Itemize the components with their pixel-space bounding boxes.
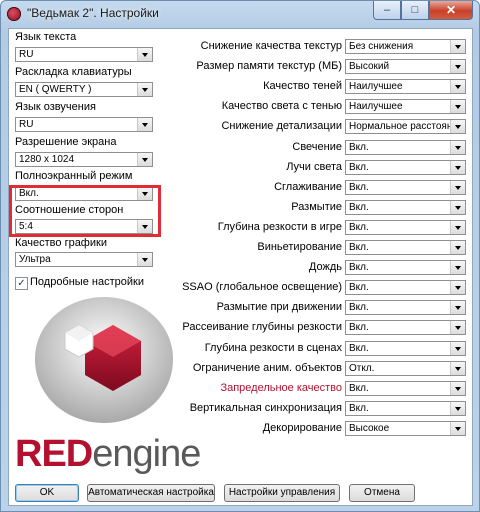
setting-select[interactable]: Нормальное расстояние <box>345 119 466 134</box>
setting-label: Декорирование <box>262 422 342 434</box>
settings-panel: Язык текста RU Раскладка клавиатуры EN (… <box>8 28 473 506</box>
setting-select[interactable]: Вкл. <box>345 220 466 235</box>
setting-label: Дождь <box>308 261 342 273</box>
app-icon <box>7 7 21 21</box>
auto-setup-button[interactable]: Автоматическая настройка <box>87 484 215 502</box>
setting-label: Качество теней <box>263 80 342 92</box>
setting-label: SSAO (глобальное освещение) <box>182 281 342 293</box>
setting-label: Рассеивание глубины резкости <box>182 321 342 333</box>
setting-label: Качество света с тенью <box>221 100 342 112</box>
setting-select[interactable]: Вкл. <box>345 280 466 295</box>
setting-label: Размытие <box>291 201 342 213</box>
setting-select[interactable]: Без снижения <box>345 39 466 54</box>
chevron-down-icon <box>450 342 465 355</box>
chevron-down-icon <box>450 100 465 113</box>
setting-select[interactable]: Вкл. <box>345 260 466 275</box>
setting-select[interactable]: Вкл. <box>345 160 466 175</box>
setting-select[interactable]: Наилучшее <box>345 99 466 114</box>
chevron-down-icon <box>450 241 465 254</box>
chevron-down-icon <box>450 201 465 214</box>
setting-label: Снижение качества текстур <box>200 40 342 52</box>
setting-label: Запредельное качество <box>220 382 342 394</box>
setting-label: Глубина резкости в сценах <box>204 342 342 354</box>
chevron-down-icon <box>450 402 465 415</box>
setting-label: Снижение детализации <box>221 120 342 132</box>
chevron-down-icon <box>450 301 465 314</box>
setting-select[interactable]: Вкл. <box>345 180 466 195</box>
maximize-button[interactable]: □ <box>401 1 429 20</box>
chevron-down-icon <box>450 382 465 395</box>
chevron-down-icon <box>450 60 465 73</box>
chevron-down-icon <box>450 221 465 234</box>
chevron-down-icon <box>450 141 465 154</box>
setting-select[interactable]: Наилучшее <box>345 79 466 94</box>
title-bar[interactable]: "Ведьмак 2". Настройки – □ ✕ <box>1 1 479 27</box>
chevron-down-icon <box>450 362 465 375</box>
setting-select[interactable]: Высокий <box>345 59 466 74</box>
setting-select[interactable]: Вкл. <box>345 200 466 215</box>
chevron-down-icon <box>450 120 465 133</box>
chevron-down-icon <box>450 181 465 194</box>
chevron-down-icon <box>450 40 465 53</box>
chevron-down-icon <box>450 422 465 435</box>
setting-label: Вертикальная синхронизация <box>189 402 342 414</box>
setting-label: Сглаживание <box>274 181 342 193</box>
chevron-down-icon <box>450 80 465 93</box>
setting-label: Ограничение аним. объектов <box>192 362 342 374</box>
setting-label: Размытие при движении <box>216 301 342 313</box>
setting-select[interactable]: Вкл. <box>345 341 466 356</box>
setting-select[interactable]: Вкл. <box>345 320 466 335</box>
setting-select[interactable]: Вкл. <box>345 140 466 155</box>
controls-settings-button[interactable]: Настройки управления <box>224 484 340 502</box>
ok-button[interactable]: OK <box>15 484 79 502</box>
setting-label: Глубина резкости в игре <box>217 221 342 233</box>
chevron-down-icon <box>450 321 465 334</box>
chevron-down-icon <box>450 161 465 174</box>
setting-select[interactable]: Вкл. <box>345 240 466 255</box>
chevron-down-icon <box>450 261 465 274</box>
setting-select[interactable]: Вкл. <box>345 401 466 416</box>
minimize-button[interactable]: – <box>373 1 401 20</box>
setting-select[interactable]: Вкл. <box>345 381 466 396</box>
redengine-wordmark: REDengine <box>15 433 201 475</box>
window-title: "Ведьмак 2". Настройки <box>27 6 159 20</box>
setting-label: Виньетирование <box>257 241 342 253</box>
chevron-down-icon <box>450 281 465 294</box>
settings-window: "Ведьмак 2". Настройки – □ ✕ Язык текста… <box>0 0 480 512</box>
close-button[interactable]: ✕ <box>429 1 473 20</box>
setting-label: Лучи света <box>286 161 342 173</box>
setting-select[interactable]: Высокое <box>345 421 466 436</box>
setting-select[interactable]: Откл. <box>345 361 466 376</box>
cancel-button[interactable]: Отмена <box>349 484 415 502</box>
setting-label: Свечение <box>292 141 342 153</box>
setting-select[interactable]: Вкл. <box>345 300 466 315</box>
setting-label: Размер памяти текстур (МБ) <box>196 60 342 72</box>
